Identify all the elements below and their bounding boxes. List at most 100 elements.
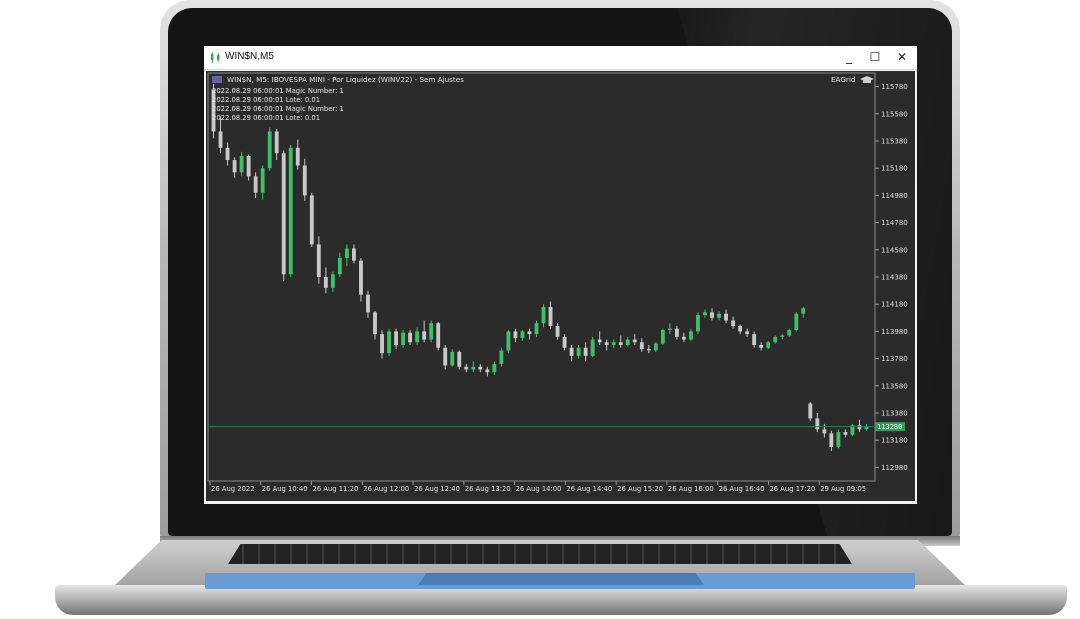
candle-body [288,147,293,275]
time-label: 26 Aug 14:00 [516,485,562,493]
candle-body [682,336,686,340]
candle-body [794,313,799,331]
price-label: 113180 [881,437,908,445]
candle-body [597,339,602,343]
price-label: 115580 [881,110,908,118]
candle-body [380,334,384,354]
candle-body [394,331,398,345]
candle-body [562,336,567,348]
candle-body [239,155,244,173]
candle-body [836,432,841,447]
candle-body [604,342,609,345]
price-axis: 115780 115580 115380 115180 114980 114780 1145… [875,83,908,472]
price-label: 114980 [881,192,908,200]
candle-body [548,306,553,326]
candle-body [492,364,497,373]
candle-body [232,160,237,173]
chart-symbol-icon [211,52,220,63]
candle-body [541,306,546,324]
chart-header: WIN$N, M5: IBOVESPA MINI - Por Liquidez … [227,75,464,84]
candles-layer [211,83,869,452]
candle-body [218,131,223,148]
candle-body [415,331,420,343]
candle-body [302,165,307,196]
candle-body [253,176,258,193]
candle-body [829,433,834,447]
candle-body [316,244,321,277]
candle-body [660,330,665,344]
price-label: 114180 [881,301,908,309]
candle-body [667,328,672,331]
chart-window: WIN$N,M5 _ ☐ ✕ 115780 115580 115380 115180 1… [204,46,917,504]
candle-body [766,342,771,348]
log-line: 2022.08.29 06:00:01 Magic Number: 1 [212,87,344,95]
candle-body [471,366,476,370]
candle-body [281,153,286,275]
candle-body [534,323,539,335]
laptop-base-front [55,585,1067,615]
candle-body [401,332,406,345]
price-label: 114780 [881,219,908,227]
window-titlebar[interactable]: WIN$N,M5 _ ☐ ✕ [204,46,917,70]
log-line: 2022.08.29 06:00:01 Lote: 0.01 [212,114,320,122]
candle-body [436,323,441,348]
candle-body [738,325,743,332]
expert-name[interactable]: EAGrid [831,75,855,84]
candle-body [309,195,314,245]
candle-body [773,336,778,343]
candle-body [323,277,328,288]
candle-body [808,403,813,419]
candle-body [422,331,427,340]
log-line: 2022.08.29 06:00:01 Magic Number: 1 [212,105,344,113]
maximize-button[interactable]: ☐ [862,48,888,66]
price-label: 114580 [881,246,908,254]
candle-body [787,330,792,336]
candle-body [478,366,483,370]
log-line: 2022.08.29 06:00:01 Lote: 0.01 [212,96,320,104]
time-label: 26 Aug 12:40 [414,485,460,493]
candle-body [366,294,370,313]
candle-body [689,331,693,340]
candle-body [506,331,511,351]
candle-body [653,343,658,351]
graduation-cap-icon[interactable] [860,76,874,83]
price-label: 115380 [881,138,908,146]
candle-body [611,342,616,345]
price-label: 113580 [881,382,908,390]
candle-body [759,345,764,348]
candle-body [646,349,651,351]
candle-body [450,351,455,366]
candle-body [464,366,469,370]
candle-body [618,342,623,345]
close-button[interactable]: ✕ [889,48,915,66]
candle-body [429,323,434,340]
candle-body [583,347,588,356]
candle-body [632,339,637,343]
candle-body [857,425,862,430]
candle-body [499,350,504,365]
candle-body [267,131,272,169]
price-chart[interactable]: 115780 115580 115380 115180 114980 114780 1145… [206,71,915,501]
time-label: 26 Aug 14:40 [566,485,612,493]
candle-body [457,351,462,367]
candle-body [246,155,251,177]
time-label: 26 Aug 16:40 [719,485,765,493]
candle-body [590,339,595,356]
candle-body [639,342,644,350]
minimize-button[interactable]: _ [836,48,862,66]
chart-canvas[interactable]: 115780 115580 115380 115180 114980 114780 1145… [206,71,915,501]
price-label: 115180 [881,165,908,173]
price-label: 113780 [881,355,908,363]
candle-body [710,312,714,318]
laptop-trackpad[interactable] [418,573,704,585]
candle-body [731,320,736,326]
price-label: 114380 [881,274,908,282]
time-axis: 26 Aug 2022 26 Aug 10:40 26 Aug 11:20 26 Au… [209,481,866,493]
candle-body [520,331,525,339]
candle-body [295,147,300,166]
price-label: 115780 [881,83,908,91]
window-title: WIN$N,M5 [225,51,274,62]
symbol-flag-icon [212,76,222,83]
candle-body [703,312,707,316]
candle-body [352,248,356,261]
